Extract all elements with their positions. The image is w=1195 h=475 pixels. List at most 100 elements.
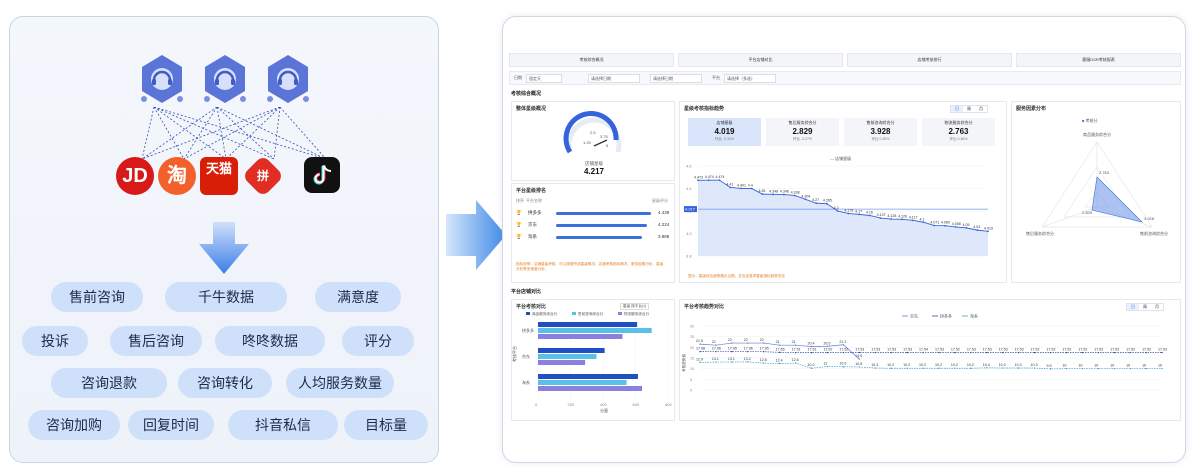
data-label: 10.2 xyxy=(903,363,910,367)
data-label: 17.53 xyxy=(983,348,992,352)
trend-point xyxy=(976,229,979,232)
start-date-input[interactable]: 请选择日期 xyxy=(588,74,640,83)
y-tick-label: 15 xyxy=(690,357,694,361)
data-label: 21.5 xyxy=(696,339,703,343)
period-month[interactable]: 月 xyxy=(975,106,987,112)
trend-point xyxy=(793,194,796,197)
data-label: 10 xyxy=(1126,364,1130,368)
tab-platform-compare[interactable]: 平台店铺对比 xyxy=(678,53,843,67)
rank-name: 拼多多 xyxy=(528,210,542,215)
period-month[interactable]: 月 xyxy=(1151,304,1163,310)
kpi-card[interactable]: 店铺星级 4.019 环比 -0.31% xyxy=(688,118,761,146)
data-label: 4.474 xyxy=(715,175,724,179)
y-tick-label: 0 xyxy=(690,389,692,393)
data-label: 4.069 xyxy=(941,221,950,225)
data-label: 4.2 xyxy=(834,206,839,210)
data-label: 4.27 xyxy=(812,198,819,202)
compare-select[interactable]: 星级 按平台(1) xyxy=(620,303,650,310)
rank-row: 🏆 京东 4.224 xyxy=(516,222,676,230)
data-label: 17.52 xyxy=(1062,348,1071,352)
metric-tag: 评分 xyxy=(342,326,414,356)
platform-label: 平台 xyxy=(712,75,720,80)
bar xyxy=(538,374,638,379)
metric-tag: 咨询转化 xyxy=(178,368,272,398)
platform-trend-card: 平台考核趋势对比 日 周 月 京东 拼多多 淘系 0 5 10 15 20 25 30 考核趋势值 2… xyxy=(679,299,1181,421)
data-label: 4.473 xyxy=(694,175,703,179)
platform-select[interactable]: 请选择（多选） xyxy=(724,74,776,83)
kpi-card[interactable]: 售前咨询综合分 3.928 环比 0.30% xyxy=(844,118,917,146)
kpi-card[interactable]: 售后服务综合分 2.829 环比 -2.27% xyxy=(766,118,839,146)
data-label: 17.51 xyxy=(808,348,817,352)
rank-col-header: 排序 xyxy=(516,198,524,203)
period-toggle: 日 周 月 xyxy=(1126,303,1164,311)
data-label: 17.52 xyxy=(1142,348,1151,352)
data-label: 17.53 xyxy=(935,348,944,352)
kpi-delta: 环比 0.30% xyxy=(871,137,890,141)
trend-point xyxy=(761,193,764,196)
data-label: 4.019 xyxy=(984,226,993,230)
period-day[interactable]: 日 xyxy=(951,106,963,112)
rank-bar xyxy=(556,212,651,215)
data-label: 10 xyxy=(1062,364,1066,368)
data-label: 4.4 xyxy=(748,184,753,188)
period-day[interactable]: 日 xyxy=(1127,304,1139,310)
data-label: 17.52 xyxy=(1126,348,1135,352)
data-label: 10.3 xyxy=(871,363,878,367)
bar xyxy=(538,386,642,391)
period-week[interactable]: 周 xyxy=(1139,304,1151,310)
metric-tag: 回复时间 xyxy=(128,410,214,440)
y-tick-label: 3.8 xyxy=(686,254,692,259)
tab-shop-rank[interactable]: 店铺考核排行 xyxy=(847,53,1012,67)
metric-tag: 咨询退款 xyxy=(51,368,167,398)
metric-tag: 售后咨询 xyxy=(110,326,202,356)
tab-overview[interactable]: 考核综合概况 xyxy=(509,53,674,67)
data-label: 17.98 xyxy=(696,347,705,351)
kpi-delta: 环比 -0.31% xyxy=(714,137,735,141)
data-label: 4.346 xyxy=(780,190,789,194)
data-label: 17.53 xyxy=(1015,348,1024,352)
trend-point xyxy=(772,193,775,196)
data-label: 4.126 xyxy=(898,214,907,218)
rank-name: 淘系 xyxy=(528,234,537,239)
trend-point xyxy=(858,213,861,216)
date-mode-select[interactable]: 固定天 xyxy=(526,74,562,83)
kpi-card[interactable]: 物流服务综合分 2.763 环比 0.48% xyxy=(922,118,995,146)
data-label: 10.2 xyxy=(808,363,815,367)
trend-point xyxy=(890,218,893,220)
metric-tags: 售前咨询 千牛数据 满意度 投诉 售后咨询 咚咚数据 评分 咨询退款 咨询转化 … xyxy=(10,17,440,464)
kpi-value: 4.019 xyxy=(714,127,735,136)
data-label: 17.96 xyxy=(744,347,753,351)
data-label: 12.6 xyxy=(760,358,767,362)
legend-swatch xyxy=(526,312,530,315)
end-date-input[interactable]: 请选择日期 xyxy=(650,74,702,83)
trend-point xyxy=(847,212,850,215)
trophy-icon: 🏆 xyxy=(516,234,522,239)
data-label: 4.17 xyxy=(855,209,862,213)
trend-point xyxy=(740,187,742,190)
data-label: 13.1 xyxy=(728,357,735,361)
trend-point xyxy=(718,179,721,182)
data-label: 22 xyxy=(728,338,732,342)
card-title: 整体星级概况 xyxy=(516,106,547,112)
data-label: 10.2 xyxy=(967,363,974,367)
data-label: 10.4 xyxy=(983,363,990,367)
compare-card: 平台考核对比 星级 按平台(1) 商品服务综合分 售前咨询综合分 物流服务综合分 0 2… xyxy=(511,299,675,421)
section-title: 平台店铺对比 xyxy=(511,289,542,295)
y-tick-label: 20 xyxy=(690,346,694,350)
data-label: 4.35 xyxy=(758,189,765,193)
metric-tag: 咚咚数据 xyxy=(215,326,325,356)
trend-point xyxy=(750,187,753,190)
tab-dsr-report[interactable]: 客服DSR考核报表 xyxy=(1016,53,1181,67)
trend-point xyxy=(987,230,989,233)
period-week[interactable]: 周 xyxy=(963,106,975,112)
y-tick-label: 5 xyxy=(690,378,692,382)
y-tick-label: 30 xyxy=(690,325,694,329)
kpi-name: 售后服务综合分 xyxy=(788,120,817,125)
data-label: 10.2 xyxy=(919,363,926,367)
dashboard-window: 考核综合概况 平台店铺对比 店铺考核排行 客服DSR考核报表 日期 固定天 请选… xyxy=(502,16,1186,463)
data-label: 17.52 xyxy=(951,348,960,352)
y-tick-label: 10 xyxy=(690,367,694,371)
data-label: 4.137 xyxy=(877,213,886,217)
rank-value: 4.439 xyxy=(658,210,670,215)
metric-tag: 千牛数据 xyxy=(165,282,287,312)
